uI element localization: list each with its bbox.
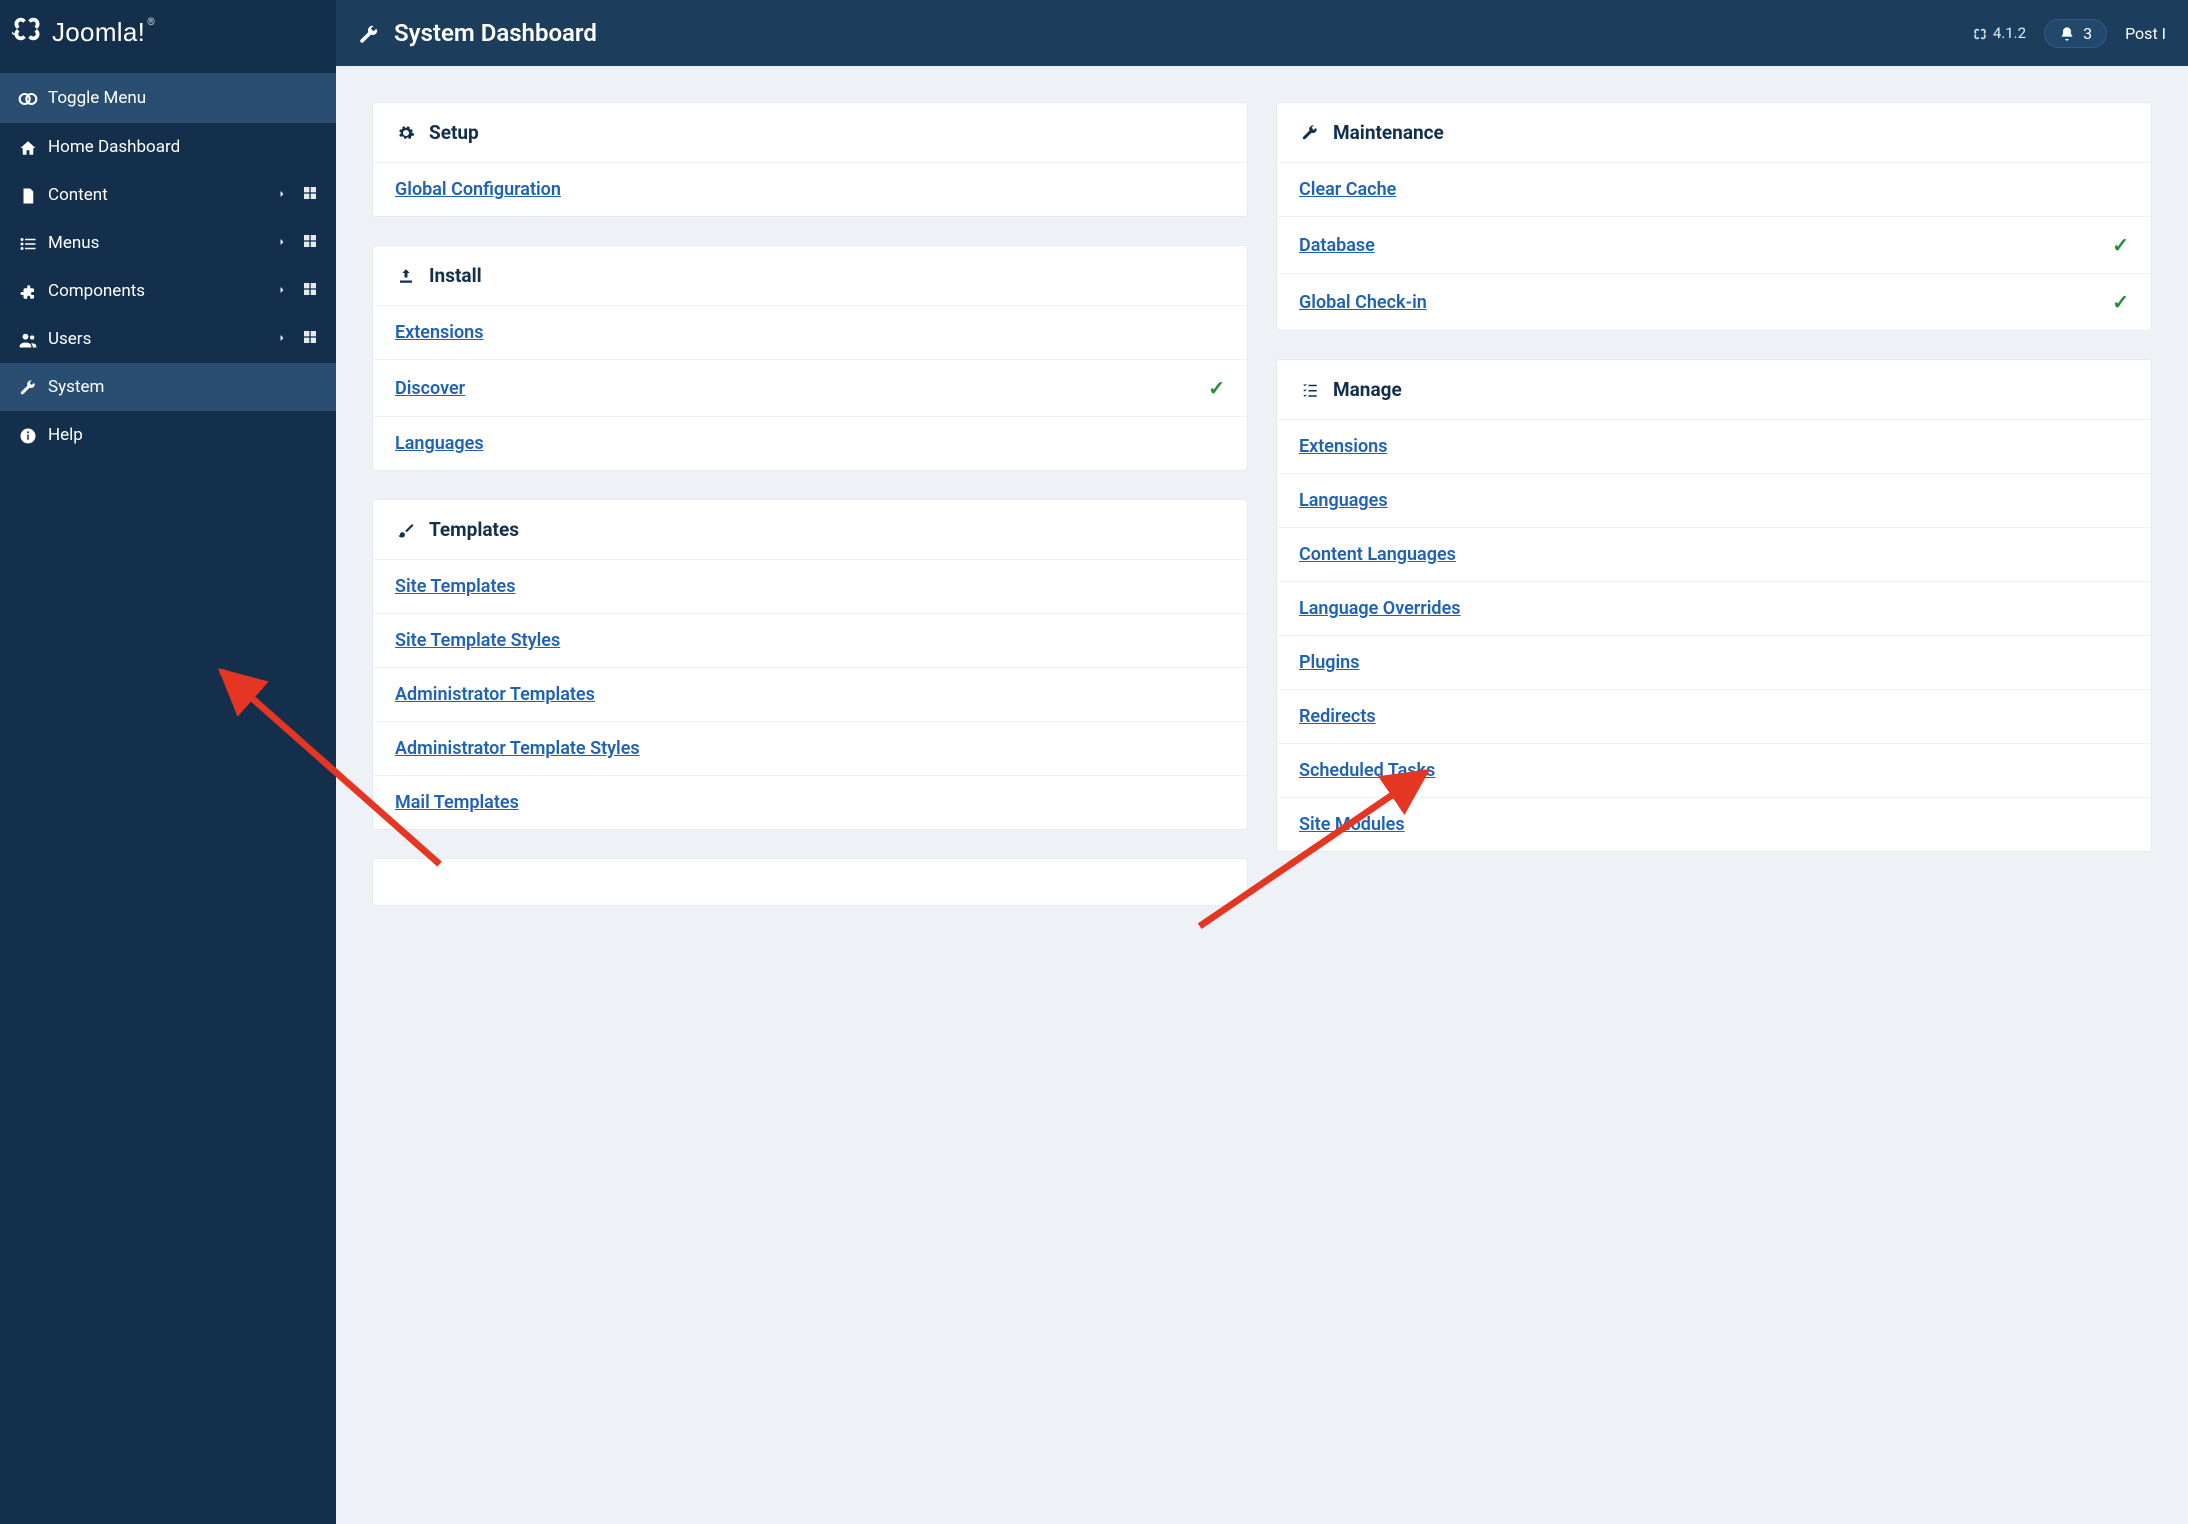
chevron-right-icon[interactable] [268, 185, 296, 205]
sidebar-item-label: Content [42, 185, 268, 205]
sidebar-nav: Toggle Menu Home Dashboard Content [0, 73, 336, 459]
panel-title: Setup [429, 121, 479, 144]
link-manage-languages[interactable]: Languages [1299, 490, 1388, 511]
link-global-configuration[interactable]: Global Configuration [395, 179, 561, 200]
link-redirects[interactable]: Redirects [1299, 706, 1376, 727]
panel-title: Manage [1333, 378, 1402, 401]
link-plugins[interactable]: Plugins [1299, 652, 1360, 673]
link-admin-template-styles[interactable]: Administrator Template Styles [395, 738, 640, 759]
link-admin-templates[interactable]: Administrator Templates [395, 684, 595, 705]
link-install-languages[interactable]: Languages [395, 433, 484, 454]
sidebar-item-help[interactable]: Help [0, 411, 336, 459]
panel-install: Install Extensions Discover ✓ Languages [372, 245, 1248, 471]
list-check-icon [1299, 379, 1321, 400]
toggle-menu[interactable]: Toggle Menu [0, 73, 336, 123]
sidebar-item-content[interactable]: Content [0, 171, 336, 219]
joomla-logo-icon [12, 14, 42, 51]
check-icon: ✓ [2112, 233, 2129, 257]
panel-title: Install [429, 264, 482, 287]
dashboard-grid-icon[interactable] [296, 329, 324, 350]
link-scheduled-tasks[interactable]: Scheduled Tasks [1299, 760, 1435, 781]
sidebar-item-components[interactable]: Components [0, 267, 336, 315]
link-site-template-styles[interactable]: Site Template Styles [395, 630, 560, 651]
link-install-extensions[interactable]: Extensions [395, 322, 483, 343]
link-content-languages[interactable]: Content Languages [1299, 544, 1456, 565]
chevron-right-icon[interactable] [268, 329, 296, 349]
info-icon [14, 425, 42, 446]
upload-icon [395, 265, 417, 286]
content: Setup Global Configuration Install [336, 66, 2188, 1524]
version-chip[interactable]: 4.1.2 [1973, 24, 2026, 42]
dashboard-column-2: Maintenance Clear Cache Database ✓ Globa… [1276, 102, 2152, 852]
link-manage-extensions[interactable]: Extensions [1299, 436, 1387, 457]
notifications-chip[interactable]: 3 [2044, 19, 2107, 48]
link-global-checkin[interactable]: Global Check-in [1299, 292, 1427, 313]
check-icon: ✓ [2112, 290, 2129, 314]
toggle-icon [14, 87, 42, 108]
sidebar-item-menus[interactable]: Menus [0, 219, 336, 267]
sidebar-item-label: Components [42, 281, 268, 301]
notifications-count: 3 [2083, 24, 2092, 43]
panel-title: Templates [429, 518, 519, 541]
version-text: 4.1.2 [1993, 24, 2026, 42]
dashboard-grid-icon[interactable] [296, 281, 324, 302]
brand-name: Joomla!® [52, 17, 155, 48]
dashboard-column-1: Setup Global Configuration Install [372, 102, 1248, 906]
bell-icon [2059, 24, 2075, 43]
main: System Dashboard 4.1.2 3 Post I [336, 0, 2188, 1524]
sidebar-item-system[interactable]: System [0, 363, 336, 411]
sidebar-item-label: Help [42, 425, 324, 445]
cog-icon [395, 122, 417, 143]
link-clear-cache[interactable]: Clear Cache [1299, 179, 1396, 200]
joomla-small-icon [1973, 24, 1987, 42]
users-icon [14, 328, 42, 349]
sidebar-item-label: System [42, 377, 324, 397]
page-title: System Dashboard [358, 19, 597, 47]
link-database[interactable]: Database [1299, 235, 1375, 256]
sidebar-item-label: Home Dashboard [42, 137, 324, 157]
sidebar-item-users[interactable]: Users [0, 315, 336, 363]
link-language-overrides[interactable]: Language Overrides [1299, 598, 1461, 619]
file-icon [14, 185, 42, 206]
sidebar-item-label: Menus [42, 233, 268, 253]
panel-templates: Templates Site Templates Site Template S… [372, 499, 1248, 830]
check-icon: ✓ [1208, 376, 1225, 400]
post-install-link[interactable]: Post I [2125, 24, 2166, 43]
wrench-icon [358, 19, 380, 47]
list-icon [14, 233, 42, 254]
panel-extra-empty [372, 858, 1248, 906]
link-discover[interactable]: Discover [395, 378, 465, 399]
sidebar-item-home-dashboard[interactable]: Home Dashboard [0, 123, 336, 171]
dashboard-grid-icon[interactable] [296, 233, 324, 254]
topbar: System Dashboard 4.1.2 3 Post I [336, 0, 2188, 66]
wrench-icon [14, 377, 42, 398]
panel-setup: Setup Global Configuration [372, 102, 1248, 217]
sidebar-item-label: Users [42, 329, 268, 349]
page-title-text: System Dashboard [394, 19, 597, 47]
panel-title: Maintenance [1333, 121, 1444, 144]
link-mail-templates[interactable]: Mail Templates [395, 792, 519, 813]
panel-maintenance: Maintenance Clear Cache Database ✓ Globa… [1276, 102, 2152, 331]
dashboard-grid-icon[interactable] [296, 185, 324, 206]
panel-manage: Manage Extensions Languages Content Lang… [1276, 359, 2152, 852]
home-icon [14, 137, 42, 158]
link-site-modules[interactable]: Site Modules [1299, 814, 1405, 835]
chevron-right-icon[interactable] [268, 233, 296, 253]
puzzle-icon [14, 281, 42, 302]
toggle-menu-label: Toggle Menu [42, 88, 324, 108]
brush-icon [395, 519, 417, 540]
wrench-icon [1299, 122, 1321, 143]
link-site-templates[interactable]: Site Templates [395, 576, 515, 597]
sidebar: Joomla!® Toggle Menu Home Dashboard [0, 0, 336, 1524]
brand[interactable]: Joomla!® [0, 0, 336, 73]
chevron-right-icon[interactable] [268, 281, 296, 301]
